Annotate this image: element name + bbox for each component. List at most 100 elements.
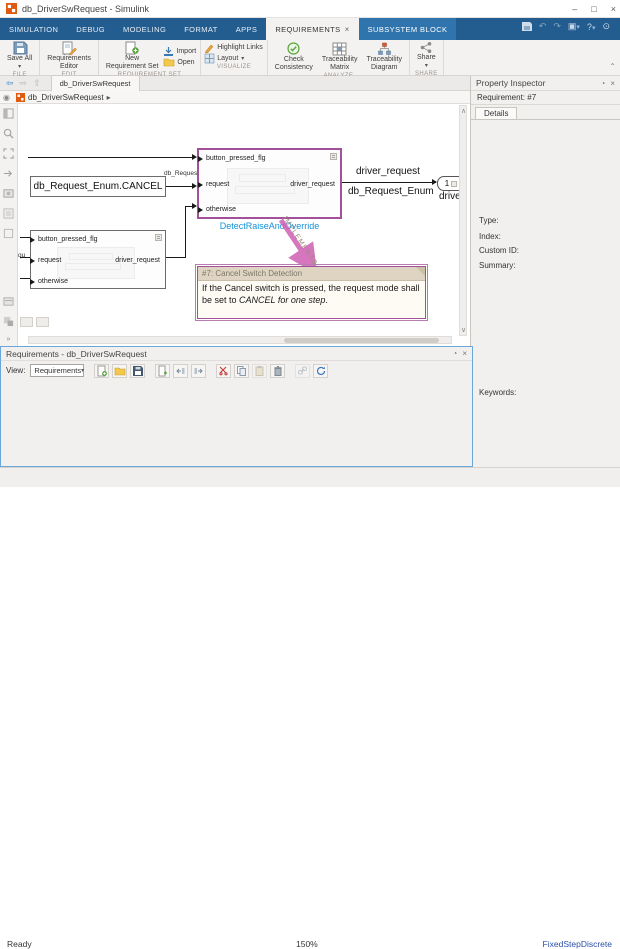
property-inspector-title: Property Inspector — [476, 78, 546, 88]
screenshot-icon[interactable]: ▣▾ — [568, 21, 580, 32]
import-icon — [164, 47, 174, 56]
back-icon[interactable]: ⇦ — [6, 78, 14, 89]
outport-block[interactable]: 1 — [437, 176, 459, 191]
import-button[interactable]: Import — [164, 47, 196, 56]
forward-icon[interactable]: ⇨ — [20, 78, 28, 89]
zoom-icon[interactable] — [3, 128, 14, 139]
traceability-matrix-button[interactable]: Traceability Matrix — [319, 42, 361, 73]
outport-name-label[interactable]: driver_request — [439, 191, 459, 202]
requirements-editor-button[interactable]: Requirements Editor — [44, 41, 94, 72]
tab-modeling[interactable]: MODELING — [114, 18, 175, 40]
signal-type-label[interactable]: db_Request_Enum — [348, 186, 434, 197]
viewmarks-icon[interactable] — [3, 208, 14, 219]
delete-button[interactable] — [270, 363, 286, 378]
tab-debug[interactable]: DEBUG — [67, 18, 114, 40]
document-tab-bar: ⇦ ⇨ ⇧ db_DriverSwRequest — [0, 75, 470, 91]
promote-requirement-button[interactable] — [173, 363, 189, 378]
cut-button[interactable] — [216, 363, 232, 378]
subsystem-block-lower[interactable]: button_pressed_flg request otherwise dri… — [30, 230, 166, 289]
panel-close-icon[interactable]: × — [610, 79, 615, 88]
panel-menu-icon[interactable]: ◔ — [600, 79, 605, 88]
legend-button[interactable] — [20, 317, 33, 327]
inport-arrow — [198, 156, 203, 162]
help-icon[interactable]: ?▾ — [587, 22, 596, 32]
signal-wire[interactable] — [166, 257, 185, 258]
refresh-icon — [316, 366, 326, 375]
panel-menu-icon[interactable]: ◔ — [452, 349, 457, 358]
fit-to-view-icon[interactable] — [3, 148, 14, 159]
requirement-badge-icon[interactable] — [155, 234, 162, 241]
tab-apps[interactable]: APPS — [227, 18, 267, 40]
undo-icon[interactable]: ↶ — [539, 21, 547, 32]
save-requirement-set-button[interactable] — [130, 363, 146, 378]
signal-wire[interactable] — [166, 186, 193, 187]
layout-button[interactable]: Layout ▾ — [204, 53, 263, 63]
add-requirement-button[interactable] — [155, 363, 171, 378]
tab-subsystem-block[interactable]: SUBSYSTEM BLOCK — [358, 18, 457, 40]
signal-wire[interactable] — [20, 278, 30, 279]
canvas-vertical-scrollbar[interactable]: ∧ ∨ — [459, 105, 467, 336]
search-doc-icon[interactable]: ⊙ — [602, 21, 610, 32]
breadcrumb-arrow-icon[interactable]: ▸ — [107, 93, 111, 102]
panel-close-icon[interactable]: × — [462, 349, 467, 358]
tab-requirements[interactable]: REQUIREMENTS × — [266, 18, 359, 40]
paste-button[interactable] — [252, 363, 268, 378]
requirement-badge-icon[interactable] — [330, 153, 337, 160]
open-requirement-set-button[interactable] — [112, 363, 128, 378]
port-label: driver_request — [290, 181, 335, 188]
signal-wire[interactable] — [342, 182, 436, 183]
breadcrumb[interactable]: db_DriverSwRequest — [28, 93, 104, 102]
check-consistency-button[interactable]: Check Consistency — [272, 41, 316, 73]
breadcrumb-bar: ◉ db_DriverSwRequest ▸ — [0, 91, 470, 104]
save-all-button[interactable]: Save All ▾ — [4, 41, 35, 72]
collapse-ribbon-icon[interactable]: ⌃ — [609, 62, 616, 71]
highlight-links-button[interactable]: Highlight Links — [205, 43, 263, 53]
signal-wire[interactable] — [20, 257, 30, 258]
maximize-button[interactable]: □ — [591, 4, 596, 14]
screenshot-region-icon[interactable] — [3, 188, 14, 199]
subsystem-block-detectraiseandoverride[interactable]: button_pressed_flg request otherwise dri… — [197, 148, 342, 219]
sample-time-legend-icon[interactable] — [3, 296, 14, 307]
signal-label-driver-request[interactable]: driver_request — [356, 166, 420, 177]
tab-format[interactable]: FORMAT — [175, 18, 227, 40]
requirement-annotation[interactable]: #7: Cancel Switch Detection If the Cance… — [195, 264, 428, 321]
up-icon[interactable]: ⇧ — [33, 78, 41, 89]
document-tab[interactable]: db_DriverSwRequest — [50, 75, 140, 91]
link-settings-button[interactable] — [295, 363, 311, 378]
badges-button[interactable] — [36, 317, 49, 327]
minimize-button[interactable]: – — [572, 4, 577, 14]
signal-wire[interactable] — [20, 237, 30, 238]
tab-details[interactable]: Details — [475, 107, 518, 119]
annotation-tool-icon[interactable] — [3, 228, 14, 239]
quick-save-icon[interactable] — [521, 22, 532, 31]
new-requirement-set-button[interactable]: New Requirement Set — [103, 41, 162, 72]
status-solver[interactable]: FixedStepDiscrete — [543, 939, 612, 949]
refresh-button[interactable] — [313, 363, 329, 378]
close-requirements-tab-icon[interactable]: × — [345, 25, 350, 34]
new-requirement-set-icon — [125, 41, 139, 55]
new-doc-icon — [97, 365, 107, 376]
demote-requirement-button[interactable] — [191, 363, 207, 378]
open-button[interactable]: Open — [164, 58, 196, 67]
constant-block-db-request-enum-cancel[interactable]: db_Request_Enum.CANCEL — [30, 176, 166, 197]
hide-explorer-eye-icon[interactable]: ◉ — [0, 93, 13, 102]
check-consistency-icon — [287, 42, 300, 55]
redo-icon[interactable]: ↷ — [553, 21, 561, 32]
share-button[interactable]: Share ▾ — [414, 41, 439, 71]
property-inspector-panel: Property Inspector ◔ × Requirement: #7 D… — [470, 76, 620, 467]
signal-wire[interactable] — [185, 206, 186, 258]
view-select[interactable]: Requirements ▾ — [30, 364, 85, 377]
canvas-horizontal-scrollbar[interactable] — [28, 336, 452, 344]
copy-button[interactable] — [234, 363, 250, 378]
close-button[interactable]: × — [611, 4, 616, 14]
palette-expand-icon[interactable]: » — [7, 336, 11, 343]
requirement-header: Requirement: #7 — [471, 91, 620, 105]
paste-icon — [255, 365, 264, 376]
browser-toggle-icon[interactable] — [3, 108, 14, 119]
new-requirement-set-button[interactable] — [94, 363, 110, 378]
model-data-editor-icon[interactable] — [3, 316, 14, 327]
traceability-diagram-button[interactable]: Traceability Diagram — [363, 42, 405, 73]
tab-simulation[interactable]: SIMULATION — [0, 18, 67, 40]
direction-icon[interactable] — [3, 168, 14, 179]
signal-wire[interactable] — [28, 157, 193, 158]
